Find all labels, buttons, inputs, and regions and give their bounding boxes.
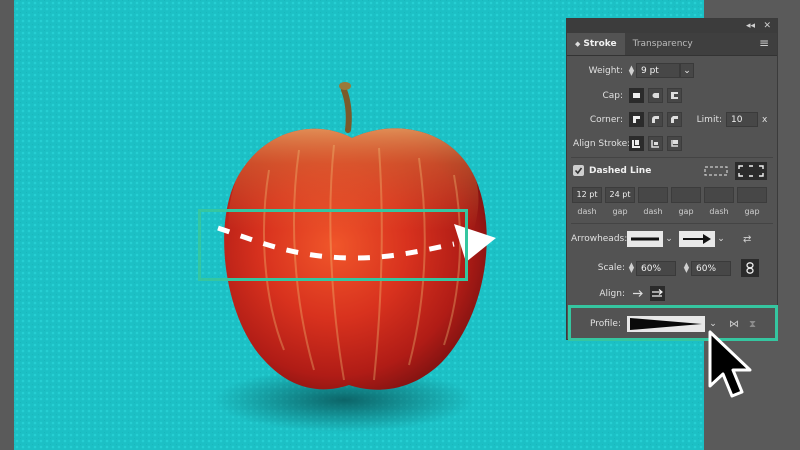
panel-menu-icon[interactable]: ≡: [759, 36, 769, 50]
stroke-highlight-box: [198, 209, 468, 281]
round-join-icon: [652, 116, 659, 123]
align-outside-icon: [671, 140, 678, 147]
start-arrowhead-select[interactable]: [627, 231, 663, 247]
gap-input-1[interactable]: 24 pt: [605, 187, 635, 203]
mouse-cursor-icon: [708, 330, 752, 398]
start-scale-input[interactable]: 60%: [636, 260, 676, 276]
stroke-panel: ◂◂ ✕ ◆ Stroke Transparency ≡ Weight: ▲ ▼ 9…: [566, 18, 778, 340]
end-scale-input[interactable]: 60%: [691, 260, 731, 276]
projecting-cap-icon: [671, 92, 678, 99]
start-arrowhead-dropdown[interactable]: ⌄: [663, 234, 675, 244]
dash-label-2: dash: [643, 207, 663, 216]
align-label: Align:: [599, 288, 625, 299]
corner-row: Corner: Limit: 10 x: [573, 112, 767, 127]
dash-label-1: dash: [577, 207, 597, 216]
align-dash-corners-button[interactable]: [735, 162, 767, 180]
divider: [571, 157, 773, 158]
dash-input-2[interactable]: [638, 187, 668, 203]
align-outside-button[interactable]: [667, 136, 682, 151]
arrowheads-row: Arrowheads: ⌄ ⌄ ⇄: [571, 231, 751, 247]
place-arrow-button[interactable]: [650, 286, 665, 301]
butt-cap-button[interactable]: [629, 88, 644, 103]
round-cap-icon: [652, 93, 659, 98]
gap-input-3[interactable]: [737, 187, 767, 203]
swap-arrowheads-icon[interactable]: ⇄: [743, 234, 751, 245]
align-center-button[interactable]: [629, 136, 644, 151]
end-arrowhead-dropdown[interactable]: ⌄: [715, 234, 727, 244]
miter-join-button[interactable]: [629, 112, 644, 127]
preserve-dash-icon: [704, 166, 728, 176]
bevel-join-icon: [671, 116, 678, 123]
dash-input-3[interactable]: [704, 187, 734, 203]
double-chevron-icon[interactable]: ◂◂: [746, 20, 755, 32]
gap-label-3: gap: [744, 207, 760, 216]
panel-title-bar: ◂◂ ✕: [567, 19, 777, 33]
weight-input[interactable]: 9 pt: [636, 63, 680, 78]
dashed-line-checkbox[interactable]: [573, 165, 584, 176]
corner-label: Corner:: [589, 114, 623, 125]
limit-input[interactable]: 10: [726, 112, 758, 127]
checkmark-icon: [574, 167, 583, 175]
close-icon[interactable]: ✕: [763, 20, 771, 32]
align-inside-button[interactable]: [648, 136, 663, 151]
scale-label: Scale:: [597, 263, 625, 273]
link-scale-button[interactable]: [741, 259, 759, 277]
preserve-dash-button[interactable]: [703, 164, 729, 178]
weight-label: Weight:: [588, 65, 623, 76]
tab-toggle-icon: ◆: [575, 40, 581, 48]
align-stroke-row: Align Stroke:: [573, 136, 686, 151]
extend-arrow-button[interactable]: [631, 286, 646, 301]
place-arrow-icon: [652, 289, 663, 297]
dashed-line-row: Dashed Line: [573, 165, 651, 176]
align-dash-corners-icon: [738, 165, 764, 177]
weight-stepper-icon[interactable]: ▲ ▼: [627, 64, 636, 76]
round-cap-button[interactable]: [648, 88, 663, 103]
scale-row: Scale: ▲ ▼ 60% ▲ ▼ 60%: [571, 259, 759, 277]
tab-transparency[interactable]: Transparency: [625, 33, 701, 55]
butt-cap-icon: [633, 93, 640, 98]
end-arrowhead-select[interactable]: [679, 231, 715, 247]
dashed-line-label: Dashed Line: [589, 165, 652, 176]
panel-tabs: ◆ Stroke Transparency ≡: [567, 33, 777, 56]
cap-row: Cap:: [573, 88, 686, 103]
align-center-icon: [632, 140, 640, 148]
round-join-button[interactable]: [648, 112, 663, 127]
projecting-cap-button[interactable]: [667, 88, 682, 103]
end-scale-stepper-icon[interactable]: ▲ ▼: [682, 262, 691, 274]
arrowheads-label: Arrowheads:: [571, 234, 628, 244]
gap-input-2[interactable]: [671, 187, 701, 203]
align-inside-icon: [651, 140, 659, 148]
dash-label-3: dash: [709, 207, 729, 216]
gap-label-1: gap: [612, 207, 628, 216]
extend-arrow-icon: [633, 290, 643, 297]
divider: [571, 223, 773, 224]
arrow-right-icon: [683, 234, 711, 244]
dash-input-1[interactable]: 12 pt: [572, 187, 602, 203]
gap-label-2: gap: [678, 207, 694, 216]
line-icon: [631, 237, 659, 241]
limit-label: Limit:: [696, 114, 722, 125]
link-icon: [746, 262, 754, 274]
start-scale-stepper-icon[interactable]: ▲ ▼: [627, 262, 636, 274]
bevel-join-button[interactable]: [667, 112, 682, 127]
cap-label: Cap:: [602, 90, 623, 101]
tab-stroke[interactable]: ◆ Stroke: [567, 33, 625, 55]
limit-suffix: x: [762, 114, 768, 125]
weight-row: Weight: ▲ ▼ 9 pt ⌄: [573, 63, 694, 78]
align-stroke-label: Align Stroke:: [573, 138, 631, 149]
weight-dropdown[interactable]: ⌄: [680, 63, 694, 78]
miter-join-icon: [633, 116, 640, 123]
align-row: Align:: [571, 286, 669, 301]
